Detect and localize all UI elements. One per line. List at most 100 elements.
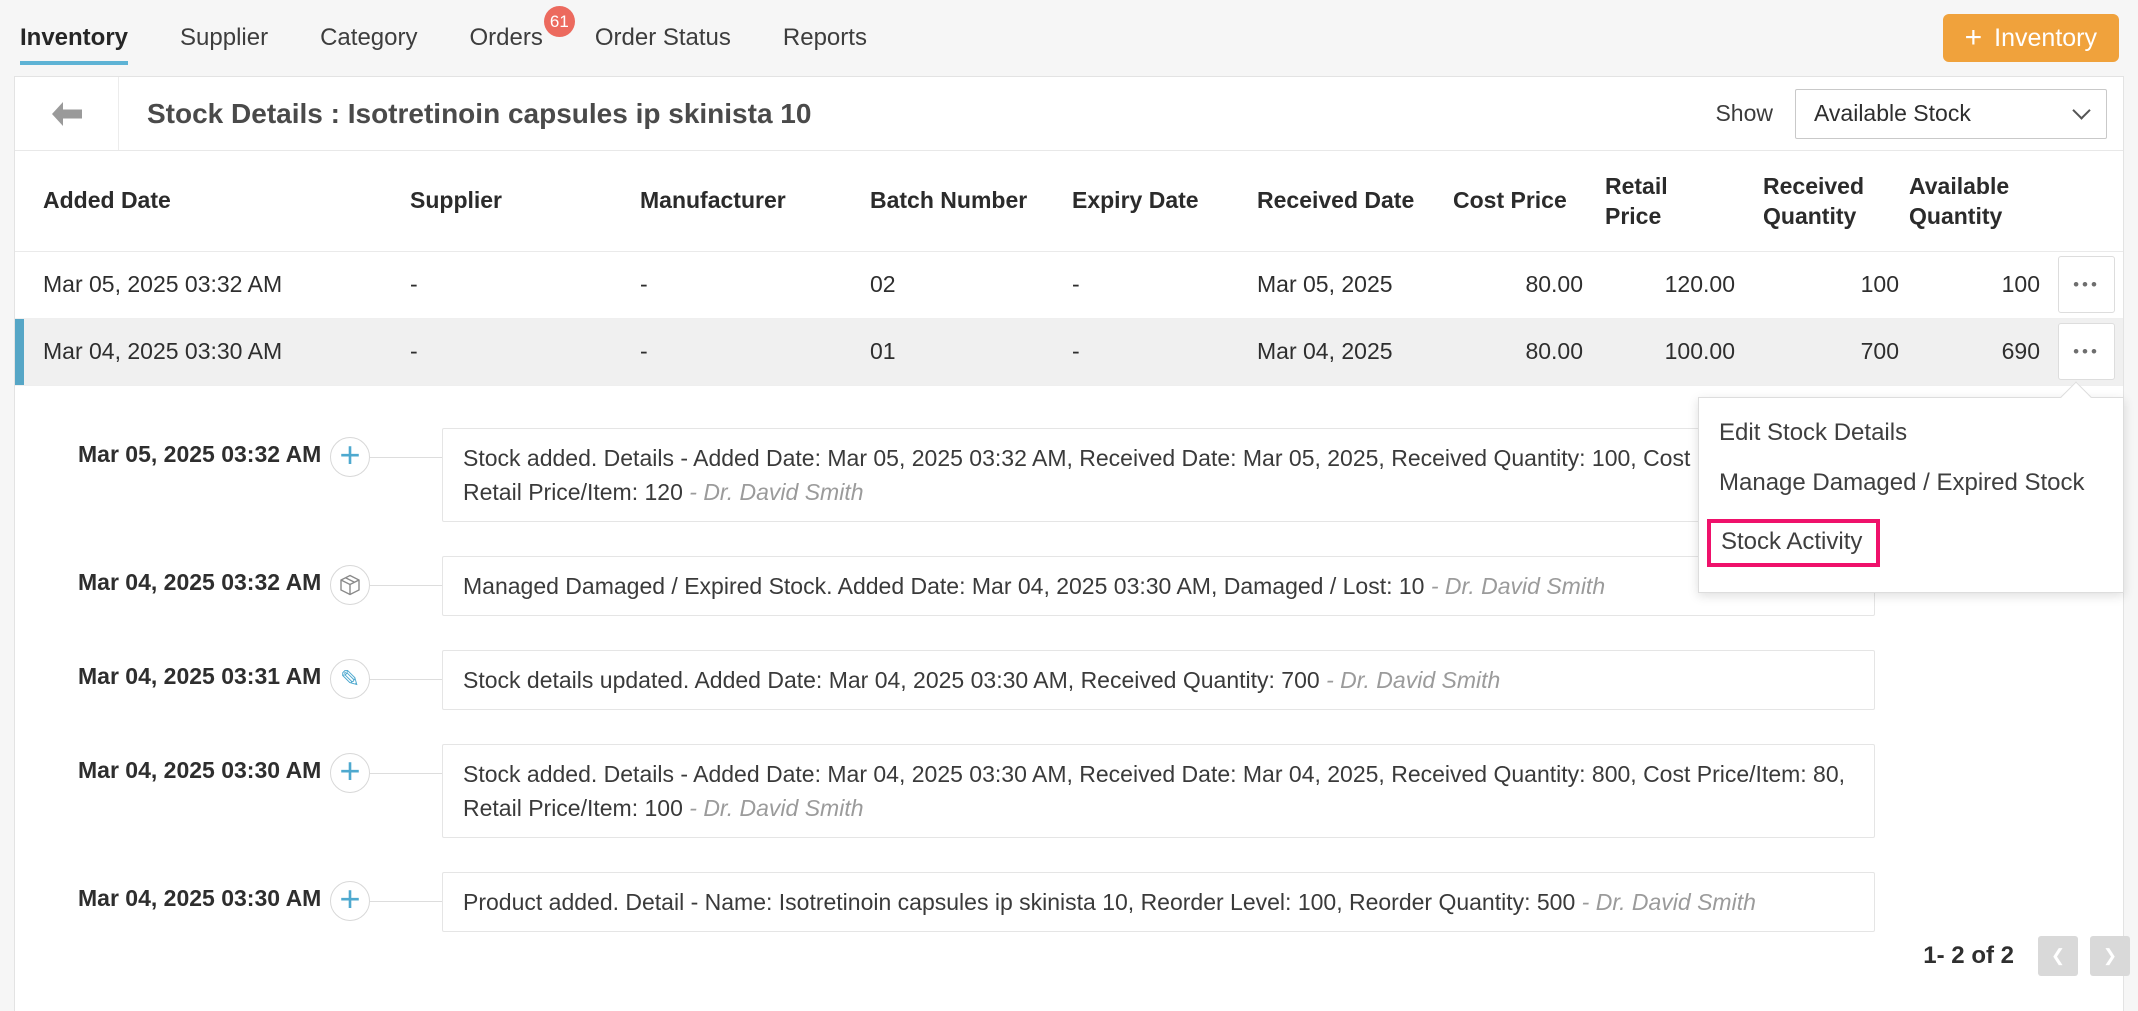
- timeline-message: Stock added. Details - Added Date: Mar 0…: [463, 761, 1845, 787]
- timeline-connector: [370, 679, 442, 680]
- chevron-right-icon: ❯: [2103, 946, 2117, 966]
- timeline-message: Stock details updated. Added Date: Mar 0…: [463, 667, 1320, 693]
- timeline-message-box: Stock added. Details - Added Date: Mar 0…: [442, 428, 1875, 522]
- col-received-date: Received Date: [1257, 151, 1453, 251]
- back-button[interactable]: [15, 77, 119, 150]
- plus-icon: +: [339, 882, 360, 916]
- menu-item[interactable]: Manage Damaged / Expired Stock: [1719, 469, 2085, 496]
- chevron-left-icon: ❮: [2051, 946, 2065, 966]
- author-name: - Dr. David Smith: [1582, 889, 1756, 915]
- show-select[interactable]: Available Stock: [1795, 89, 2107, 139]
- menu-item[interactable]: Edit Stock Details: [1719, 419, 1907, 446]
- col-available-quantity: Available Quantity: [1899, 151, 2040, 251]
- stock-row[interactable]: Mar 05, 2025 03:32 AM - - 02 - Mar 05, 2…: [15, 251, 2123, 318]
- nav-tab[interactable]: Reports: [781, 18, 869, 58]
- cell-manufacturer: -: [640, 251, 870, 318]
- author-name: - Dr. David Smith: [1431, 573, 1605, 599]
- author-name: - Dr. David Smith: [689, 479, 863, 505]
- timeline-date: Mar 04, 2025 03:31 AM: [78, 650, 330, 690]
- cell-actions: •••: [2040, 318, 2123, 385]
- stock-row[interactable]: Mar 04, 2025 03:30 AM - - 01 - Mar 04, 2…: [15, 318, 2123, 385]
- nav-tab-label: Category: [320, 24, 417, 51]
- timeline-date: Mar 05, 2025 03:32 AM: [78, 428, 330, 468]
- cell-expiry-date: -: [1072, 318, 1257, 385]
- cell-received-date: Mar 04, 2025: [1257, 318, 1453, 385]
- cell-received-quantity: 700: [1735, 318, 1899, 385]
- cell-batch-number: 02: [870, 251, 1072, 318]
- ellipsis-icon: •••: [2073, 275, 2100, 295]
- add-inventory-button[interactable]: + Inventory: [1943, 14, 2119, 62]
- cell-batch-number: 01: [870, 318, 1072, 385]
- cell-available-quantity: 100: [1899, 251, 2040, 318]
- timeline-icon: + ✎: [330, 437, 370, 477]
- plus-icon: +: [339, 754, 360, 788]
- timeline-connector: [370, 901, 442, 902]
- nav-tab[interactable]: Orders 61: [467, 18, 544, 58]
- page-info: 1- 2 of 2: [1923, 942, 2014, 970]
- ellipsis-icon: •••: [2073, 342, 2100, 362]
- timeline-message-box: Product added. Detail - Name: Isotretino…: [442, 872, 1875, 932]
- nav-tab[interactable]: Inventory: [18, 18, 130, 58]
- author-name: - Dr. David Smith: [689, 795, 863, 821]
- timeline-message: Product added. Detail - Name: Isotretino…: [463, 889, 1575, 915]
- col-supplier: Supplier: [410, 151, 640, 251]
- col-received-quantity: Received Quantity: [1735, 151, 1899, 251]
- plus-icon: +: [339, 438, 360, 472]
- page-title: Stock Details : Isotretinoin capsules ip…: [147, 98, 1715, 130]
- timeline-connector: [370, 457, 442, 458]
- col-cost-price: Cost Price: [1453, 151, 1583, 251]
- timeline-message-box: Stock added. Details - Added Date: Mar 0…: [442, 744, 1875, 838]
- nav-tab-label: Inventory: [20, 24, 128, 65]
- next-page-button[interactable]: ❯: [2090, 936, 2130, 976]
- cell-added-date: Mar 05, 2025 03:32 AM: [15, 251, 410, 318]
- add-inventory-label: Inventory: [1994, 24, 2097, 53]
- show-filter: Show Available Stock: [1715, 89, 2107, 139]
- stock-table: Added Date Supplier Manufacturer Batch N…: [15, 151, 2123, 386]
- cell-received-quantity: 100: [1735, 251, 1899, 318]
- pencil-icon: ✎: [340, 665, 360, 693]
- timeline-message: Retail Price/Item: 120: [463, 479, 683, 505]
- timeline-message: Managed Damaged / Expired Stock. Added D…: [463, 573, 1424, 599]
- cell-manufacturer: -: [640, 318, 870, 385]
- col-manufacturer: Manufacturer: [640, 151, 870, 251]
- nav-tab-label: Reports: [783, 24, 867, 51]
- timeline-date: Mar 04, 2025 03:30 AM: [78, 872, 330, 912]
- arrow-left-icon: [50, 101, 84, 127]
- nav-tab-label: Orders: [469, 24, 542, 51]
- timeline-message-box: Managed Damaged / Expired Stock. Added D…: [442, 556, 1875, 616]
- cell-actions: •••: [2040, 251, 2123, 318]
- cell-received-date: Mar 05, 2025: [1257, 251, 1453, 318]
- row-actions-button[interactable]: •••: [2058, 256, 2115, 313]
- cell-supplier: -: [410, 251, 640, 318]
- timeline-entry: Mar 04, 2025 03:31 AM + ✎ Stock details …: [78, 650, 2123, 710]
- cell-available-quantity: 690: [1899, 318, 2040, 385]
- chevron-down-icon: [2072, 101, 2090, 119]
- row-actions-button[interactable]: •••: [2058, 323, 2115, 380]
- table-header-row: Added Date Supplier Manufacturer Batch N…: [15, 151, 2123, 251]
- timeline-message: Retail Price/Item: 100: [463, 795, 683, 821]
- cell-expiry-date: -: [1072, 251, 1257, 318]
- nav-tab-label: Supplier: [180, 24, 268, 51]
- nav-tab-label: Order Status: [595, 24, 731, 51]
- col-retail-price: Retail Price: [1583, 151, 1735, 251]
- col-added-date: Added Date: [15, 151, 410, 251]
- timeline-icon: + ✎: [330, 565, 370, 605]
- timeline-icon: + ✎: [330, 753, 370, 793]
- timeline-entry: Mar 04, 2025 03:30 AM + ✎ Product added.…: [78, 872, 2123, 932]
- package-icon: [338, 573, 362, 597]
- nav-tab[interactable]: Supplier: [178, 18, 270, 58]
- timeline-connector: [370, 585, 442, 586]
- pagination: 1- 2 of 2 ❮ ❯: [1923, 936, 2130, 976]
- cell-supplier: -: [410, 318, 640, 385]
- timeline-icon: + ✎: [330, 881, 370, 921]
- row-actions-menu: Edit Stock Details Manage Damaged / Expi…: [1698, 397, 2124, 593]
- nav-tab[interactable]: Order Status: [593, 18, 733, 58]
- show-select-value: Available Stock: [1814, 100, 1971, 127]
- nav-tab[interactable]: Category: [318, 18, 419, 58]
- timeline-entry: Mar 04, 2025 03:30 AM + ✎ Stock added. D…: [78, 744, 2123, 838]
- timeline-icon: + ✎: [330, 659, 370, 699]
- prev-page-button[interactable]: ❮: [2038, 936, 2078, 976]
- timeline-message-box: Stock details updated. Added Date: Mar 0…: [442, 650, 1875, 710]
- timeline-connector: [370, 773, 442, 774]
- menu-item[interactable]: Stock Activity: [1707, 519, 1880, 567]
